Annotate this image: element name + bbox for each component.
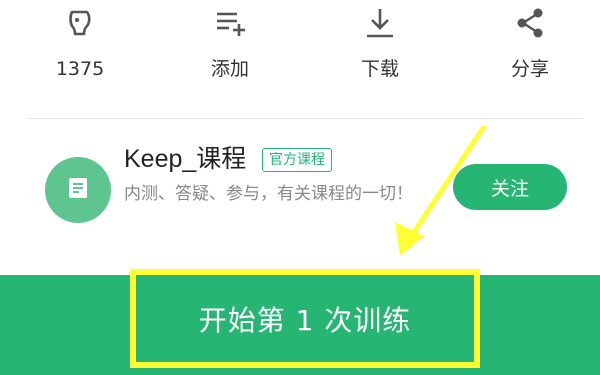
start-training-button[interactable]: 开始第 1 次训练 — [130, 269, 480, 368]
add-button[interactable]: 添加 — [175, 6, 285, 90]
download-button[interactable]: 下载 — [325, 6, 435, 90]
share-label: 分享 — [510, 58, 549, 80]
share-icon — [513, 6, 547, 40]
follow-button[interactable]: 关注 — [453, 164, 567, 210]
share-button[interactable]: 分享 — [475, 6, 585, 90]
download-icon — [363, 6, 397, 40]
avatar[interactable] — [45, 157, 111, 223]
document-icon — [64, 174, 92, 206]
like-count: 1375 — [55, 58, 105, 80]
add-label: 添加 — [210, 58, 249, 80]
course-author-name[interactable]: Keep_课程 — [124, 144, 246, 174]
add-to-list-icon — [213, 6, 247, 40]
course-author-description: 内测、答疑、参与，有关课程的一切！ — [124, 184, 413, 204]
action-bar: 1375 添加 下载 分享 — [0, 0, 600, 100]
download-label: 下载 — [360, 58, 399, 80]
start-training-label: 开始第 1 次训练 — [198, 303, 412, 337]
official-badge: 官方课程 — [262, 148, 332, 172]
like-button[interactable]: 1375 — [25, 6, 135, 90]
like-icon — [63, 6, 97, 40]
course-author-card: Keep_课程 官方课程 内测、答疑、参与，有关课程的一切！ 关注 — [0, 119, 600, 254]
